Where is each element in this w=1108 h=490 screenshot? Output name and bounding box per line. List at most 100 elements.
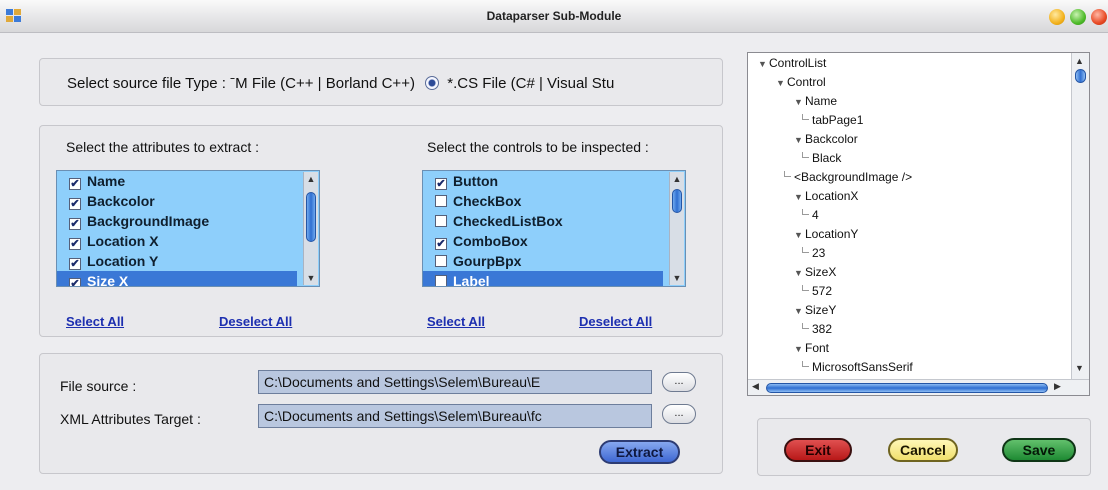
- minimize-button[interactable]: [1049, 9, 1065, 25]
- tree-node-label: LocationX: [805, 189, 859, 203]
- scroll-down-icon[interactable]: ▼: [1075, 363, 1084, 373]
- main-window: Dataparser Sub-Module Select source file…: [0, 0, 1108, 490]
- tree-node[interactable]: ▼ SizeX: [794, 265, 836, 280]
- list-item-label: Location Y: [87, 253, 159, 269]
- scroll-left-icon[interactable]: ◀: [752, 381, 759, 392]
- tree-node[interactable]: 382: [802, 322, 832, 336]
- tree-node-label: Control: [787, 75, 826, 89]
- cancel-button[interactable]: Cancel: [888, 438, 958, 462]
- source-type-option-cs[interactable]: *.CS File (C# | Visual Stu: [447, 75, 614, 92]
- tree-node[interactable]: ▼ Font: [794, 341, 829, 356]
- tree-node[interactable]: ▼ LocationY: [794, 227, 858, 242]
- exit-button[interactable]: Exit: [784, 438, 852, 462]
- scroll-thumb[interactable]: [1075, 69, 1086, 83]
- attributes-label: Select the attributes to extract :: [66, 139, 259, 155]
- scroll-thumb[interactable]: [766, 383, 1048, 393]
- extract-button[interactable]: Extract: [599, 440, 680, 464]
- tree-node[interactable]: ▼ Name: [794, 94, 837, 109]
- tree-node[interactable]: 572: [802, 284, 833, 298]
- scroll-right-icon[interactable]: ▶: [1054, 381, 1061, 392]
- checkbox-unchecked-icon[interactable]: [435, 215, 447, 227]
- checkbox-checked-icon[interactable]: ✔: [435, 238, 447, 250]
- maximize-button[interactable]: [1070, 9, 1086, 25]
- tree-node[interactable]: ▼ SizeY: [794, 303, 836, 318]
- tree-node[interactable]: 23: [802, 246, 825, 260]
- tree-node[interactable]: tabPage1: [802, 113, 863, 127]
- list-item-label: CheckedListBox: [453, 213, 563, 229]
- attributes-deselect-all-link[interactable]: Deselect All: [219, 314, 292, 329]
- attributes-list-item[interactable]: ✔ Location Y: [57, 251, 297, 271]
- attributes-list-item[interactable]: ✔ Size X: [57, 271, 297, 286]
- save-button[interactable]: Save: [1002, 438, 1076, 462]
- attributes-list-item[interactable]: ✔ Name: [57, 171, 297, 191]
- tree-node[interactable]: <BackgroundImage />: [784, 170, 912, 184]
- checkbox-checked-icon[interactable]: ✔: [435, 178, 447, 190]
- attributes-list-item[interactable]: ✔ Backcolor: [57, 191, 297, 211]
- xml-target-browse-button[interactable]: ...: [662, 404, 696, 424]
- attributes-select-all-link[interactable]: Select All: [66, 314, 124, 329]
- controls-label: Select the controls to be inspected :: [427, 139, 649, 155]
- tree-node-label: SizeX: [805, 265, 837, 279]
- tree-node[interactable]: Black: [802, 151, 841, 165]
- radio-selected-icon[interactable]: [425, 76, 440, 90]
- tree-node-label: 572: [812, 284, 833, 298]
- controls-list-item[interactable]: Label: [423, 271, 663, 286]
- controls-list-item[interactable]: ✔ ComboBox: [423, 231, 663, 251]
- tree-node[interactable]: ▼ Control: [776, 75, 826, 90]
- tree-vertical-scrollbar[interactable]: ▲ ▼: [1071, 53, 1089, 379]
- attributes-list-item[interactable]: ✔ BackgroundImage: [57, 211, 297, 231]
- list-item-label: BackgroundImage: [87, 213, 210, 229]
- source-type-option-fm[interactable]: ˉM File (C++ | Borland C++): [230, 75, 415, 92]
- tree-expand-icon[interactable]: ▼: [794, 304, 805, 318]
- close-button[interactable]: [1091, 9, 1107, 25]
- tree-horizontal-scrollbar[interactable]: ◀ ▶: [748, 379, 1089, 395]
- checkbox-unchecked-icon[interactable]: [435, 255, 447, 267]
- tree-node-label: LocationY: [805, 227, 859, 241]
- tree-node[interactable]: ▼ Backcolor: [794, 132, 858, 147]
- controls-select-all-link[interactable]: Select All: [427, 314, 485, 329]
- checkbox-checked-icon[interactable]: ✔: [69, 218, 81, 230]
- checkbox-checked-icon[interactable]: ✔: [69, 238, 81, 250]
- checkbox-unchecked-icon[interactable]: [435, 195, 447, 207]
- scroll-up-icon[interactable]: ▲: [1075, 56, 1084, 66]
- list-item-label: Name: [87, 173, 126, 189]
- tree-expand-icon[interactable]: ▼: [794, 266, 805, 280]
- source-type-panel: Select source file Type : ˉM File (C++ |…: [39, 58, 723, 106]
- controls-checklist[interactable]: Label GourpBpx ✔ ComboBox CheckedListBox Chec…: [422, 170, 686, 287]
- tree-expand-icon[interactable]: ▼: [794, 133, 805, 147]
- controls-deselect-all-link[interactable]: Deselect All: [579, 314, 652, 329]
- scroll-up-icon[interactable]: ▲: [670, 172, 684, 186]
- tree-expand-icon[interactable]: ▼: [794, 228, 805, 242]
- tree-expand-icon[interactable]: ▼: [794, 190, 805, 204]
- controls-list-item[interactable]: CheckBox: [423, 191, 663, 211]
- tree-expand-icon[interactable]: ▼: [776, 76, 787, 90]
- attributes-scrollbar[interactable]: ▲ ▼: [303, 172, 318, 285]
- tree-expand-icon[interactable]: ▼: [794, 95, 805, 109]
- controls-scrollbar[interactable]: ▲ ▼: [669, 172, 684, 285]
- xml-target-input[interactable]: C:\Documents and Settings\Selem\Bureau\f…: [258, 404, 652, 428]
- file-source-browse-button[interactable]: ...: [662, 372, 696, 392]
- file-source-input[interactable]: C:\Documents and Settings\Selem\Bureau\E: [258, 370, 652, 394]
- controls-list-item[interactable]: ✔ Button: [423, 171, 663, 191]
- tree-node[interactable]: ▼ LocationX: [794, 189, 858, 204]
- checkbox-unchecked-icon[interactable]: [435, 275, 447, 286]
- tree-node[interactable]: 4: [802, 208, 819, 222]
- attributes-list-item[interactable]: ✔ Location X: [57, 231, 297, 251]
- checkbox-checked-icon[interactable]: ✔: [69, 278, 81, 286]
- checkbox-checked-icon[interactable]: ✔: [69, 258, 81, 270]
- tree-expand-icon[interactable]: ▼: [758, 57, 769, 71]
- scroll-thumb[interactable]: [672, 189, 682, 213]
- tree-expand-icon[interactable]: ▼: [794, 342, 805, 356]
- attributes-checklist[interactable]: ✔ Size X ✔ Location Y ✔ Location X ✔ Background…: [56, 170, 320, 287]
- checkbox-checked-icon[interactable]: ✔: [69, 178, 81, 190]
- tree-node[interactable]: ▼ ControlList: [758, 56, 826, 71]
- scroll-down-icon[interactable]: ▼: [304, 271, 318, 285]
- xml-tree-view[interactable]: ▼ ControlList ▼ Control ▼ Name tabPage1 ▼ Backco…: [747, 52, 1090, 396]
- scroll-up-icon[interactable]: ▲: [304, 172, 318, 186]
- scroll-thumb[interactable]: [306, 192, 316, 242]
- checkbox-checked-icon[interactable]: ✔: [69, 198, 81, 210]
- scroll-down-icon[interactable]: ▼: [670, 271, 684, 285]
- tree-node[interactable]: MicrosoftSansSerif: [802, 360, 913, 374]
- controls-list-item[interactable]: CheckedListBox: [423, 211, 663, 231]
- controls-list-item[interactable]: GourpBpx: [423, 251, 663, 271]
